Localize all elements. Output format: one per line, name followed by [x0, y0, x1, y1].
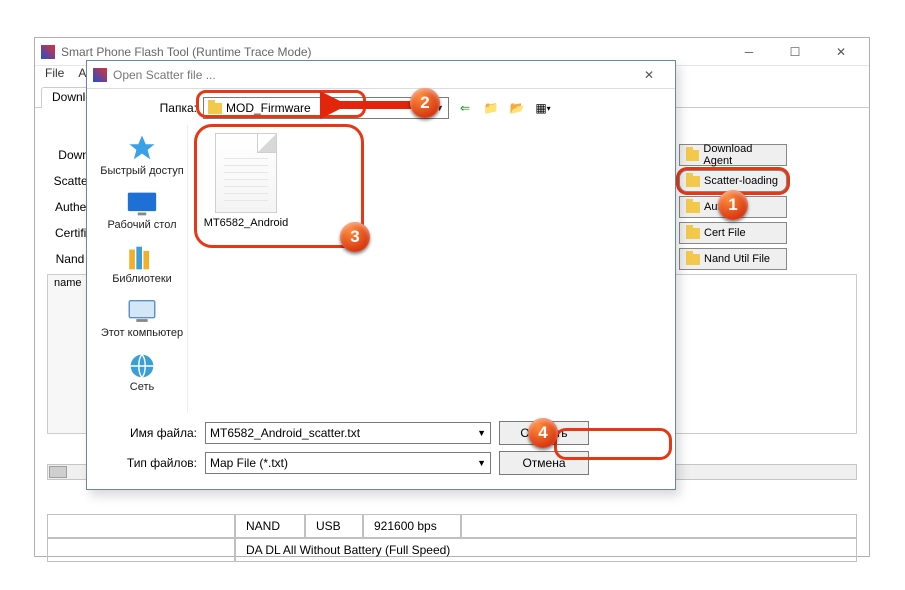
- folder-label: Папка:: [97, 101, 197, 115]
- filetype-combo[interactable]: Map File (*.txt)▼: [205, 452, 491, 474]
- nav-view-icon[interactable]: ▦▾: [533, 99, 553, 117]
- close-button[interactable]: ✕: [819, 39, 863, 65]
- filetype-label: Тип файлов:: [97, 456, 197, 470]
- dialog-title: Open Scatter file ...: [113, 68, 216, 82]
- sidebar-thispc[interactable]: Этот компьютер: [101, 295, 183, 339]
- status-empty2: [47, 538, 235, 562]
- menu-file[interactable]: File: [45, 66, 64, 86]
- chevron-down-icon: ▼: [477, 428, 486, 438]
- file-item-scatter[interactable]: MT6582_Android: [196, 133, 296, 229]
- folder-icon: [208, 103, 222, 114]
- folder-icon: [686, 202, 700, 213]
- status-baud: 921600 bps: [363, 514, 461, 538]
- document-icon: [215, 133, 277, 213]
- nav-newfolder-icon[interactable]: 📂: [507, 99, 527, 117]
- folder-icon: [686, 176, 700, 187]
- sidebar-libraries[interactable]: Библиотеки: [112, 241, 172, 285]
- dialog-sidebar: Быстрый доступ Рабочий стол Библиотеки Э…: [97, 125, 187, 413]
- dialog-close-button[interactable]: ✕: [629, 68, 669, 82]
- folder-icon: [686, 150, 699, 161]
- download-agent-button[interactable]: Download Agent: [679, 144, 787, 166]
- scrollbar-thumb[interactable]: [49, 466, 67, 478]
- maximize-button[interactable]: ☐: [773, 39, 817, 65]
- status-message: DA DL All Without Battery (Full Speed): [235, 538, 857, 562]
- filename-input[interactable]: MT6582_Android_scatter.txt▼: [205, 422, 491, 444]
- scatter-loading-button[interactable]: Scatter-loading: [679, 170, 787, 192]
- annotation-marker-4: 4: [528, 418, 558, 448]
- annotation-marker-3: 3: [340, 222, 370, 252]
- file-list-area[interactable]: MT6582_Android: [187, 125, 665, 413]
- status-empty: [47, 514, 235, 538]
- status-bar: NAND USB 921600 bps DA DL All Without Ba…: [47, 514, 857, 562]
- filename-label: Имя файла:: [97, 426, 197, 440]
- annotation-marker-1: 1: [718, 190, 748, 220]
- app-title: Smart Phone Flash Tool (Runtime Trace Mo…: [61, 45, 312, 59]
- annotation-arrow: [320, 90, 420, 120]
- nav-back-icon[interactable]: ⇐: [455, 99, 475, 117]
- status-extra: [461, 514, 857, 538]
- open-scatter-dialog: Open Scatter file ... ✕ Папка: MOD_Firmw…: [86, 60, 676, 490]
- minimize-button[interactable]: ─: [727, 39, 771, 65]
- status-nand: NAND: [235, 514, 305, 538]
- chevron-down-icon: ▼: [477, 458, 486, 468]
- app-icon: [41, 45, 55, 59]
- sidebar-quickaccess[interactable]: Быстрый доступ: [100, 133, 184, 177]
- file-item-label: MT6582_Android: [204, 217, 288, 229]
- folder-icon: [686, 228, 700, 239]
- nand-util-button[interactable]: Nand Util File: [679, 248, 787, 270]
- folder-icon: [686, 254, 700, 265]
- dialog-nav-icons: ⇐ 📁 📂 ▦▾: [455, 99, 553, 117]
- status-usb: USB: [305, 514, 363, 538]
- cert-file-button[interactable]: Cert File: [679, 222, 787, 244]
- sidebar-desktop[interactable]: Рабочий стол: [107, 187, 176, 231]
- nav-up-icon[interactable]: 📁: [481, 99, 501, 117]
- sidebar-network[interactable]: Сеть: [125, 349, 159, 393]
- folder-value: MOD_Firmware: [226, 101, 311, 115]
- dialog-titlebar: Open Scatter file ... ✕: [87, 61, 675, 89]
- annotation-marker-2: 2: [410, 88, 440, 118]
- dialog-icon: [93, 68, 107, 82]
- cancel-button[interactable]: Отмена: [499, 451, 589, 475]
